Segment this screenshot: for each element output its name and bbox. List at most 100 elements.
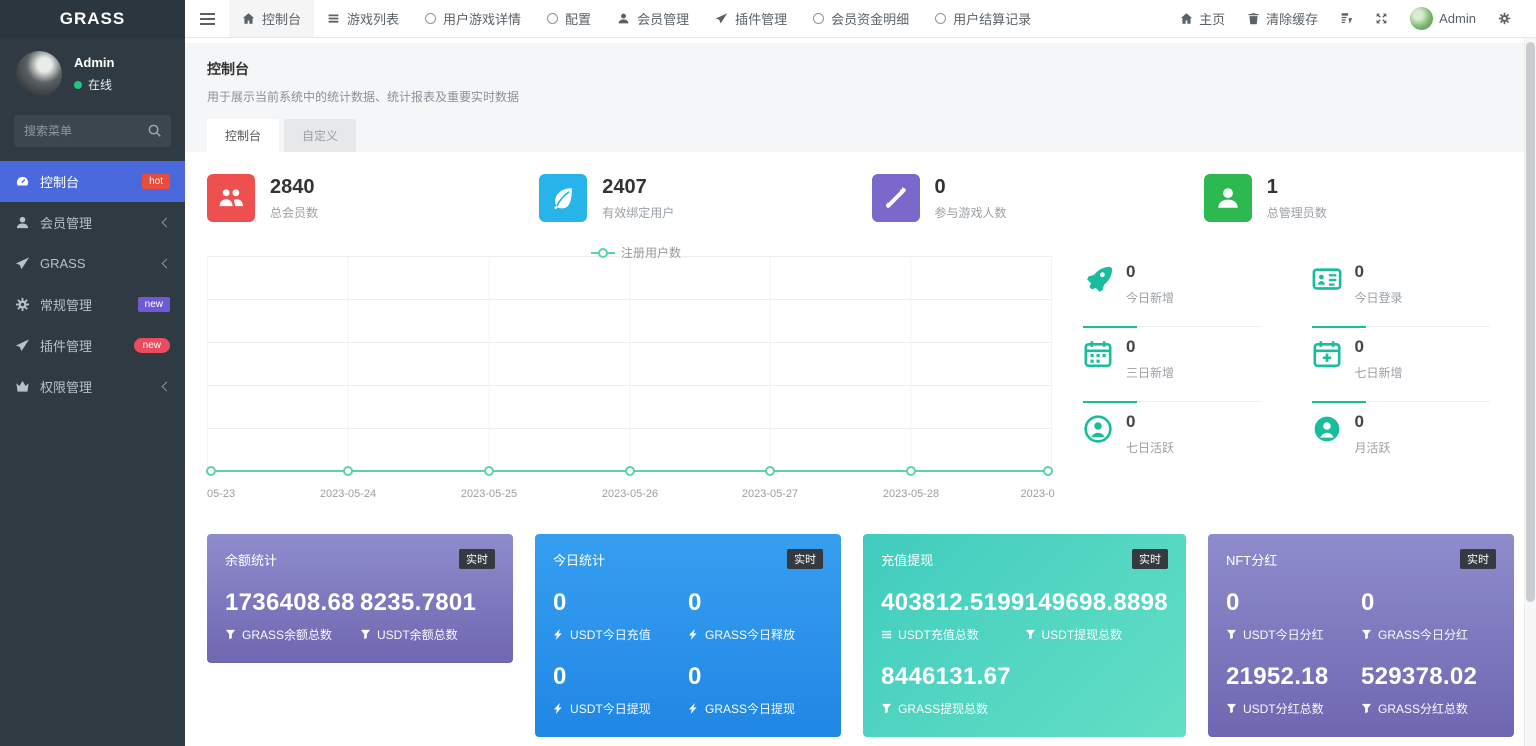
user-icon xyxy=(1204,174,1252,222)
card-balance-stats: 余额统计 实时 1736408.68 GRASS余额总数 8235.7801 xyxy=(207,534,513,663)
topnav-item-settlement-records[interactable]: 用户结算记录 xyxy=(922,0,1044,37)
topbar-right: 主页 清除缓存 Admin xyxy=(1169,0,1536,37)
clear-cache-label: 清除缓存 xyxy=(1266,9,1318,28)
realtime-badge: 实时 xyxy=(1460,549,1496,569)
topnav-label: 会员资金明细 xyxy=(831,9,909,28)
topnav-label: 插件管理 xyxy=(735,9,787,28)
circle-icon xyxy=(935,13,946,24)
bolt-icon xyxy=(553,703,564,714)
topnav-item-config[interactable]: 配置 xyxy=(534,0,604,37)
card-metric: 403812.5199 USDT充值总数 xyxy=(881,589,1024,643)
topnav-item-user-game-details[interactable]: 用户游戏详情 xyxy=(412,0,534,37)
user-avatar[interactable] xyxy=(16,51,62,97)
metric-value: 0 xyxy=(553,589,688,617)
metric-label: GRASS今日释放 xyxy=(705,626,795,643)
line-chart xyxy=(207,256,1052,480)
x-tick-label: 2023-05-27 xyxy=(742,488,798,500)
metric-label: GRASS今日提现 xyxy=(705,700,795,717)
app-logo: GRASS xyxy=(0,0,185,38)
id-card-icon xyxy=(1312,264,1342,294)
home-button[interactable]: 主页 xyxy=(1169,0,1236,37)
metric-value: 0 xyxy=(688,663,823,691)
language-icon xyxy=(1340,12,1353,25)
card-metric: 529378.02 GRASS分红总数 xyxy=(1361,663,1496,717)
sidebar-item-plugins[interactable]: 插件管理 new xyxy=(0,325,185,366)
list-icon xyxy=(881,629,892,640)
sidebar: GRASS Admin 在线 xyxy=(0,0,185,746)
user-menu[interactable]: Admin xyxy=(1399,0,1487,37)
realtime-badge: 实时 xyxy=(459,549,495,569)
card-title: 今日统计 xyxy=(553,550,605,569)
user-circle-icon xyxy=(1083,414,1113,444)
topnav-label: 会员管理 xyxy=(637,9,689,28)
sidebar-item-label: 权限管理 xyxy=(40,377,92,396)
stat-game-players: 0 参与游戏人数 xyxy=(872,174,1182,222)
metric-value: 529378.02 xyxy=(1361,663,1496,691)
metric-label: GRASS今日分红 xyxy=(1378,626,1468,643)
metric-label: USDT提现总数 xyxy=(1042,626,1123,643)
scrollbar-thumb[interactable] xyxy=(1526,42,1535,602)
topnav-item-game-list[interactable]: 游戏列表 xyxy=(314,0,412,37)
paper-plane-icon xyxy=(15,338,30,353)
chart-legend[interactable]: 注册用户数 xyxy=(591,244,681,261)
sidebar-item-general[interactable]: 常规管理 new xyxy=(0,284,185,325)
tab-custom[interactable]: 自定义 xyxy=(284,119,356,152)
metric-label: GRASS分红总数 xyxy=(1378,700,1468,717)
metric-label: USDT今日提现 xyxy=(570,700,651,717)
metric-value: 21952.18 xyxy=(1226,663,1361,691)
users-icon xyxy=(207,174,255,222)
metric-value: 0 xyxy=(1361,589,1496,617)
mini-stat-seven-day-new: 0 七日新增 xyxy=(1312,327,1515,402)
metric-value: 403812.5199 xyxy=(881,589,1024,617)
vertical-scrollbar[interactable] xyxy=(1524,38,1536,746)
x-tick-label: 05-23 xyxy=(207,488,235,500)
home-button-label: 主页 xyxy=(1199,9,1225,28)
circle-icon xyxy=(547,13,558,24)
mini-stat-label: 月活跃 xyxy=(1355,439,1391,456)
stat-total-members: 2840 总会员数 xyxy=(207,174,517,222)
sidebar-menu: 控制台 hot 会员管理 GRASS xyxy=(0,161,185,407)
home-icon xyxy=(1180,12,1193,25)
mini-stat-label: 三日新增 xyxy=(1126,364,1174,381)
tab-bar: 控制台 自定义 xyxy=(207,119,1514,152)
tab-dashboard[interactable]: 控制台 xyxy=(207,119,279,152)
new-badge: new xyxy=(138,297,170,312)
user-icon xyxy=(15,215,30,230)
page-header: 控制台 用于展示当前系统中的统计数据、统计报表及重要实时数据 控制台 自定义 xyxy=(185,43,1536,152)
sidebar-item-permissions[interactable]: 权限管理 xyxy=(0,366,185,407)
chevron-left-icon xyxy=(162,218,172,228)
topnav-label: 游戏列表 xyxy=(347,9,399,28)
sidebar-user-block: Admin 在线 xyxy=(0,38,185,107)
legend-label: 注册用户数 xyxy=(621,244,681,261)
gears-icon xyxy=(15,297,30,312)
sidebar-item-grass[interactable]: GRASS xyxy=(0,243,185,284)
metric-label: USDT今日充值 xyxy=(570,626,651,643)
mini-stat-label: 今日新增 xyxy=(1126,289,1174,306)
topnav-item-plugins[interactable]: 插件管理 xyxy=(702,0,800,37)
settings-button[interactable] xyxy=(1487,0,1522,37)
topnav-item-member-funds[interactable]: 会员资金明细 xyxy=(800,0,922,37)
mini-stat-label: 今日登录 xyxy=(1355,289,1403,306)
mini-stat-value: 0 xyxy=(1355,337,1403,357)
card-metric: 21952.18 USDT分红总数 xyxy=(1226,663,1361,717)
topnav-item-dashboard[interactable]: 控制台 xyxy=(229,0,314,37)
paper-plane-icon xyxy=(715,12,728,25)
hamburger-menu-icon[interactable] xyxy=(185,0,229,37)
registered-users-chart: 注册用户数 xyxy=(207,244,1065,504)
filter-icon xyxy=(225,629,236,640)
x-tick-label: 2023-05-28 xyxy=(883,488,939,500)
page-subtitle: 用于展示当前系统中的统计数据、统计报表及重要实时数据 xyxy=(207,88,1514,105)
user-circle-filled-icon xyxy=(1312,414,1342,444)
sidebar-item-dashboard[interactable]: 控制台 hot xyxy=(0,161,185,202)
stat-label: 总管理员数 xyxy=(1267,204,1327,221)
chart-x-axis-labels: 05-23 2023-05-24 2023-05-25 2023-05-26 2… xyxy=(207,488,1065,504)
legend-line-marker-icon xyxy=(591,252,615,254)
clear-cache-button[interactable]: 清除缓存 xyxy=(1236,0,1329,37)
fullscreen-button[interactable] xyxy=(1364,0,1399,37)
dashboard-body: 2840 总会员数 2407 有效绑定用户 xyxy=(185,152,1536,746)
mini-stat-value: 0 xyxy=(1126,262,1174,282)
sidebar-item-members[interactable]: 会员管理 xyxy=(0,202,185,243)
mini-stat-monthly-active: 0 月活跃 xyxy=(1312,402,1515,477)
language-button[interactable] xyxy=(1329,0,1364,37)
topnav-item-members[interactable]: 会员管理 xyxy=(604,0,702,37)
